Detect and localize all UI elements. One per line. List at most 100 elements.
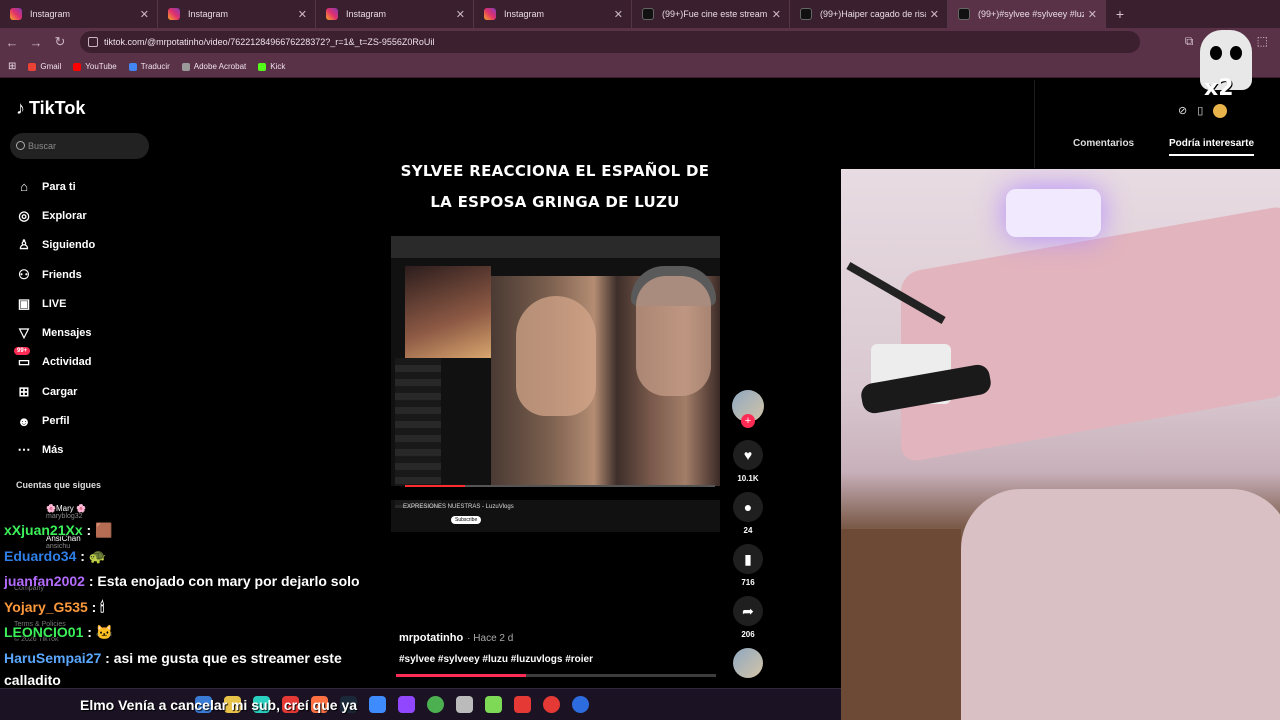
bookmarks-bar: ⊞ Gmail YouTube Traducir Adobe Acrobat K… xyxy=(0,56,1280,78)
friends-icon: ⚇ xyxy=(18,266,30,282)
browser-tab[interactable]: Instagram ✕ xyxy=(316,0,474,28)
app-icon[interactable] xyxy=(369,696,386,713)
install-icon[interactable]: ⧉ xyxy=(1185,34,1194,49)
browser-tab[interactable]: Instagram ✕ xyxy=(158,0,316,28)
chat-message: Yojary_G535 : 🕯 xyxy=(4,599,105,615)
comment-button[interactable]: ● 24 xyxy=(730,492,766,535)
browser-tab[interactable]: Instagram ✕ xyxy=(474,0,632,28)
close-icon[interactable]: ✕ xyxy=(140,8,149,21)
url-bar[interactable]: tiktok.com/@mrpotatinho/video/7622128496… xyxy=(80,31,1140,53)
video-author[interactable]: mrpotatinho · Hace 2 d xyxy=(399,632,513,644)
inner-video-caption: EXPRESIONES NUESTRAS - LuzuVlogs xyxy=(403,504,514,510)
tab-podria-interesarte[interactable]: Podría interesarte xyxy=(1169,138,1255,156)
following-heading: Cuentas que sigues xyxy=(16,480,102,490)
video-person-left xyxy=(516,296,596,416)
inner-controls xyxy=(391,486,720,500)
creator-avatar[interactable]: + xyxy=(732,390,764,428)
puzzle-icon[interactable]: ⬚ xyxy=(1257,34,1268,49)
inner-progress-fill xyxy=(405,485,465,487)
bookmark-icon: ▮ xyxy=(733,544,763,574)
video-player[interactable]: EXPRESIONES NUESTRAS - LuzuVlogs Subscri… xyxy=(391,236,720,532)
skull-eye xyxy=(1230,46,1242,60)
like-button[interactable]: ♥ 10.1K xyxy=(730,440,766,483)
app-icon[interactable] xyxy=(514,696,531,713)
chat-message: HaruSempai27 : asi me gusta que es strea… xyxy=(4,650,342,666)
inner-browser-bar xyxy=(391,236,720,258)
tiktok-icon xyxy=(642,8,654,20)
compass-small-icon[interactable]: ⊘ xyxy=(1178,104,1187,118)
acrobat-icon xyxy=(181,62,190,71)
bookmark-traducir[interactable]: Traducir xyxy=(128,62,170,71)
forward-icon[interactable]: → xyxy=(24,35,48,50)
nav-actividad[interactable]: ▭ 99+ Actividad xyxy=(14,347,95,377)
app-icon[interactable] xyxy=(543,696,560,713)
follow-plus-icon[interactable]: + xyxy=(741,414,755,428)
video-hashtags[interactable]: #sylvee #sylveey #luzu #luzuvlogs #roier xyxy=(399,654,593,665)
bookmark-adobe[interactable]: Adobe Acrobat xyxy=(181,62,246,71)
upload-icon: ⊞ xyxy=(18,383,30,399)
browser-tab[interactable]: (99+)Haiper cagado de risa 😹✕ xyxy=(790,0,948,28)
chat-message-continuation: calladito xyxy=(4,672,61,688)
close-icon[interactable]: ✕ xyxy=(1088,8,1097,21)
search-icon xyxy=(16,141,25,150)
site-info-icon[interactable] xyxy=(88,37,98,47)
translate-icon xyxy=(128,62,137,71)
webcam-floor xyxy=(841,529,961,720)
right-panel-header: Comentarios Podría interesarte xyxy=(1034,80,1280,168)
activity-icon: ▭ 99+ xyxy=(14,347,32,370)
back-icon[interactable]: ← xyxy=(0,35,24,50)
skull-eye xyxy=(1210,46,1222,60)
webcam-bed xyxy=(901,204,1280,464)
apps-grid-icon[interactable]: ⊞ xyxy=(8,61,16,72)
browser-tab[interactable]: (99+)Fue cine este stream. #riv✕ xyxy=(632,0,790,28)
music-disc-icon[interactable] xyxy=(733,648,763,678)
close-icon[interactable]: ✕ xyxy=(772,8,781,21)
close-icon[interactable]: ✕ xyxy=(456,8,465,21)
reload-icon[interactable]: ↻ xyxy=(48,34,72,50)
streamer-cam-inset xyxy=(405,266,491,358)
new-tab-button[interactable]: + xyxy=(1106,0,1134,28)
user-avatar-icon[interactable] xyxy=(1213,104,1228,118)
webcam-chair xyxy=(961,489,1280,720)
chat-message: xXjuan21Xx : 🟫 xyxy=(4,522,113,538)
app-icon[interactable] xyxy=(572,696,589,713)
following-account[interactable]: 🌸Mary 🌸 maryblog32 xyxy=(46,504,86,520)
video-progress[interactable] xyxy=(396,674,716,677)
browser-tab-active[interactable]: (99+)#sylvee #sylveey #luzu #l✕ xyxy=(948,0,1106,28)
nav-friends[interactable]: ⚇ Friends xyxy=(16,260,95,289)
share-button[interactable]: ➦ 206 xyxy=(730,596,766,639)
nav-mensajes[interactable]: ▽ Mensajes xyxy=(16,318,95,347)
device-icon[interactable]: ▯ xyxy=(1197,104,1203,118)
compass-icon: ◎ xyxy=(18,207,30,223)
notification-badge: 99+ xyxy=(14,347,31,356)
bookmark-kick[interactable]: Kick xyxy=(258,62,285,71)
bookmark-youtube[interactable]: YouTube xyxy=(73,62,117,71)
screen: Instagram ✕ Instagram ✕ Instagram ✕ Instagr… xyxy=(0,0,1280,720)
chat-message: Eduardo34 : 🐢 xyxy=(4,548,107,564)
nav-para-ti[interactable]: ⌂ Para ti xyxy=(16,172,95,201)
tiktok-logo[interactable]: ♪ TikTok xyxy=(16,98,85,119)
address-toolbar: ← → ↻ tiktok.com/@mrpotatinho/video/7622… xyxy=(0,28,1280,56)
tiktok-note-icon: ♪ xyxy=(16,98,25,118)
save-button[interactable]: ▮ 716 xyxy=(730,544,766,587)
app-icon[interactable] xyxy=(456,696,473,713)
browser-tab[interactable]: Instagram ✕ xyxy=(0,0,158,28)
action-column: + xyxy=(730,390,766,428)
chrome-icon[interactable] xyxy=(427,696,444,713)
bookmark-gmail[interactable]: Gmail xyxy=(28,62,61,71)
close-icon[interactable]: ✕ xyxy=(298,8,307,21)
close-icon[interactable]: ✕ xyxy=(614,8,623,21)
nav-siguiendo[interactable]: ♙ Siguiendo xyxy=(16,231,95,260)
nav-cargar[interactable]: ⊞ Cargar xyxy=(16,377,95,406)
nav-perfil[interactable]: ☻ Perfil xyxy=(16,406,95,435)
nav-explorar[interactable]: ◎ Explorar xyxy=(16,201,95,230)
twitch-icon[interactable] xyxy=(398,696,415,713)
close-icon[interactable]: ✕ xyxy=(930,8,939,21)
video-title: SYLVEE REACCIONA EL ESPAÑOL DE LA ESPOSA… xyxy=(400,162,710,211)
heart-icon: ♥ xyxy=(733,440,763,470)
nav-mas[interactable]: ⋯ Más xyxy=(16,436,95,465)
search-input[interactable]: Buscar xyxy=(10,133,149,159)
tab-comentarios[interactable]: Comentarios xyxy=(1073,138,1134,149)
app-icon[interactable] xyxy=(485,696,502,713)
nav-live[interactable]: ▣ LIVE xyxy=(16,289,95,318)
